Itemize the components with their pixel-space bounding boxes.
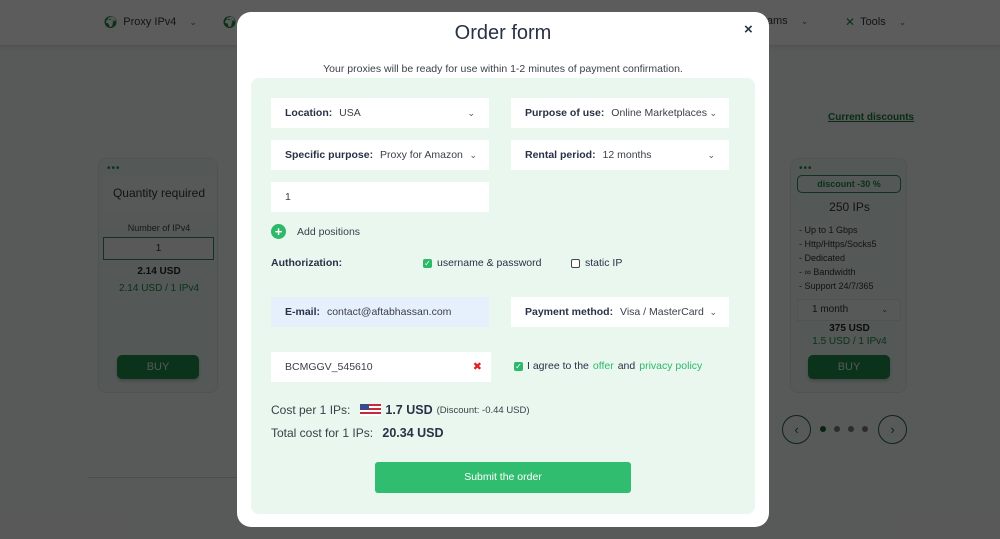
chevron-down-icon: ⌄ (709, 307, 717, 317)
offer-link[interactable]: offer (593, 360, 614, 372)
submit-order-button[interactable]: Submit the order (375, 462, 631, 493)
chevron-down-icon: ⌄ (709, 108, 717, 118)
privacy-policy-link[interactable]: privacy policy (639, 360, 702, 372)
auth-username-password-checkbox[interactable]: ✓ username & password (423, 257, 541, 269)
checkbox-empty-icon (571, 258, 580, 268)
total-cost: Total cost for 1 IPs: 20.34 USD (271, 426, 444, 440)
chevron-down-icon: ⌄ (469, 150, 477, 160)
chevron-down-icon: ⌄ (467, 108, 475, 118)
close-icon[interactable]: × (744, 21, 753, 38)
quantity-input[interactable]: 1 (271, 182, 489, 212)
checkbox-checked-icon: ✓ (423, 258, 432, 268)
auth-static-ip-checkbox[interactable]: static IP (571, 257, 622, 269)
agree-terms: ✓ I agree to the offer and privacy polic… (514, 360, 703, 372)
email-field[interactable]: E-mail: contact@aftabhassan.com (271, 297, 489, 327)
purpose-select[interactable]: Purpose of use: Online Marketplaces ⌄ (511, 98, 729, 128)
specific-purpose-select[interactable]: Specific purpose: Proxy for Amazon ⌄ (271, 140, 489, 170)
plus-icon: + (271, 224, 286, 239)
modal-title: Order form (454, 22, 552, 44)
payment-method-select[interactable]: Payment method: Visa / MasterCard ⌄ (511, 297, 729, 327)
modal-subtitle: Your proxies will be ready for use withi… (323, 63, 683, 75)
clear-icon[interactable]: ✖ (473, 352, 482, 382)
location-select[interactable]: Location: USA ⌄ (271, 98, 489, 128)
form-panel: Location: USA ⌄ Purpose of use: Online M… (251, 78, 755, 514)
cost-per-ip: Cost per 1 IPs: 1.7 USD (Discount: -0.44… (271, 403, 530, 417)
order-form-modal: Order form × Your proxies will be ready … (237, 12, 769, 527)
rental-period-select[interactable]: Rental period: 12 months ⌄ (511, 140, 729, 170)
usa-flag-icon (360, 404, 382, 416)
add-positions-button[interactable]: + Add positions (271, 224, 360, 239)
promo-code-input[interactable]: BCMGGV_545610 ✖ (271, 352, 491, 382)
authorization-label: Authorization: (271, 257, 343, 269)
chevron-down-icon: ⌄ (707, 150, 715, 160)
agree-checkbox[interactable]: ✓ (514, 361, 523, 371)
